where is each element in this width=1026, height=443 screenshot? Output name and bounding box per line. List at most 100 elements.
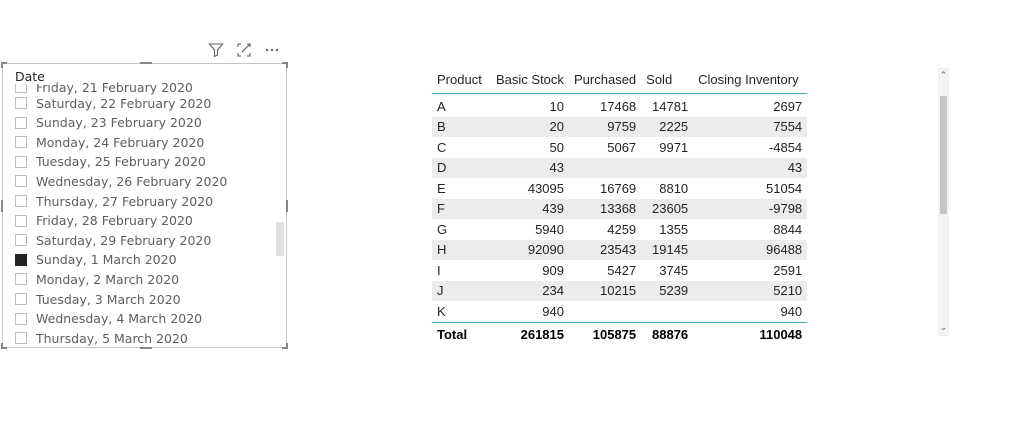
slicer-item[interactable]: Wednesday, 4 March 2020 (15, 309, 202, 329)
column-header-basic-stock[interactable]: Basic Stock (491, 65, 569, 94)
table-row[interactable]: H 92090 23543 19145 96488 (432, 239, 808, 260)
table-row[interactable]: C 50 5067 9971 -4854 (432, 137, 807, 158)
slicer-item[interactable]: Tuesday, 25 February 2020 (15, 152, 206, 172)
table-row[interactable]: F 439 13368 23605 -9798 (432, 198, 808, 219)
cell-basic-stock: 5940 (535, 221, 564, 237)
resize-handle[interactable] (1, 343, 3, 349)
checkbox-icon[interactable] (15, 155, 27, 168)
cell-closing-inventory: 2697 (773, 98, 803, 114)
checkbox-icon[interactable] (15, 97, 27, 109)
checkbox-icon[interactable] (15, 234, 27, 247)
cell-purchased: 13368 (569, 198, 642, 219)
column-header-closing-inventory[interactable]: Closing Inventory (693, 65, 808, 94)
cell-product: C (437, 139, 447, 155)
slicer-item[interactable]: Monday, 2 March 2020 (15, 269, 179, 289)
cell-basic-stock: 92090 (491, 239, 569, 260)
more-options-icon[interactable] (264, 42, 280, 58)
cell-purchased: 5427 (607, 262, 637, 278)
slicer-item[interactable]: Sunday, 1 March 2020 (15, 250, 177, 270)
cell-basic-stock: 909 (542, 262, 564, 278)
table-header-row: Product Basic Stock Purchased Sold Closi… (432, 65, 808, 94)
date-slicer[interactable]: Date Friday, 21 February 2020 Saturday, … (2, 63, 287, 348)
table-row[interactable]: E 43095 16769 8810 51054 (432, 178, 807, 199)
slicer-item[interactable]: Wednesday, 26 February 2020 (15, 171, 227, 191)
checkbox-icon[interactable] (15, 273, 27, 286)
slicer-item[interactable]: Sunday, 23 February 2020 (15, 113, 202, 133)
cell-purchased: 10215 (569, 280, 642, 301)
cell-sold: 2225 (641, 116, 694, 137)
slicer-item[interactable]: Friday, 28 February 2020 (15, 211, 193, 231)
scroll-up-icon[interactable]: ⌃ (938, 70, 949, 82)
table-scroll-thumb[interactable] (940, 96, 947, 214)
slicer-item[interactable]: Monday, 24 February 2020 (15, 132, 204, 152)
filter-icon[interactable] (208, 42, 224, 58)
cell-closing-inventory: 96488 (693, 239, 808, 260)
cell-product: D (432, 157, 491, 178)
checkbox-icon[interactable] (15, 332, 27, 345)
cell-closing-inventory: 7554 (693, 116, 808, 137)
resize-handle[interactable] (1, 200, 3, 212)
table-row[interactable]: D 43 43 (432, 157, 808, 178)
cell-purchased (569, 157, 642, 178)
cell-closing-inventory: -9798 (693, 198, 808, 219)
cell-purchased: 23543 (569, 239, 642, 260)
resize-handle[interactable] (286, 343, 288, 349)
checkbox-icon[interactable] (15, 312, 27, 325)
resize-handle[interactable] (140, 347, 152, 349)
cell-product: E (437, 180, 446, 196)
slicer-scroll-thumb[interactable] (276, 222, 284, 256)
focus-mode-icon[interactable] (236, 42, 252, 58)
table-row[interactable]: G 5940 4259 1355 8844 (432, 219, 807, 240)
visual-header (208, 40, 280, 60)
slicer-item[interactable]: Thursday, 27 February 2020 (15, 191, 213, 211)
cell-product: H (432, 239, 491, 260)
cell-sold: 14781 (652, 98, 689, 114)
checkbox-icon[interactable] (15, 293, 27, 305)
table-row[interactable]: I 909 5427 3745 2591 (432, 260, 807, 281)
slicer-list[interactable]: Friday, 21 February 2020 Saturday, 22 Fe… (3, 64, 273, 347)
table-scrollbar[interactable]: ⌃ ⌄ (938, 68, 949, 336)
column-header-sold[interactable]: Sold (641, 65, 694, 94)
slicer-item-label: Tuesday, 25 February 2020 (36, 154, 206, 170)
checkbox-icon[interactable] (15, 195, 27, 207)
cell-purchased: 16769 (600, 180, 637, 196)
checkbox-icon[interactable] (15, 214, 27, 227)
checkbox-icon[interactable] (15, 175, 27, 188)
scroll-down-icon[interactable]: ⌄ (938, 322, 949, 334)
column-header-purchased[interactable]: Purchased (569, 65, 642, 94)
cell-basic-stock: 43 (491, 157, 569, 178)
cell-basic-stock: 43095 (527, 180, 564, 196)
cell-sold: 8810 (659, 180, 689, 196)
cell-basic-stock: 234 (491, 280, 569, 301)
resize-handle[interactable] (286, 62, 288, 68)
checkbox-icon[interactable] (15, 136, 27, 149)
cell-sold: 9971 (659, 139, 689, 155)
cell-basic-stock: 10 (549, 98, 564, 114)
slicer-item-label: Monday, 24 February 2020 (36, 134, 205, 150)
table-row[interactable]: J 234 10215 5239 5210 (432, 280, 808, 301)
slicer-scrollbar[interactable] (276, 84, 284, 344)
table-row[interactable]: B 20 9759 2225 7554 (432, 116, 808, 137)
checkbox-icon[interactable] (15, 116, 27, 129)
cell-closing-inventory: 8844 (773, 221, 803, 237)
resize-handle[interactable] (286, 200, 288, 212)
resize-handle[interactable] (1, 62, 3, 68)
cell-sold: 19145 (641, 239, 694, 260)
table-row[interactable]: K 940 940 (432, 301, 807, 322)
slicer-item[interactable]: Tuesday, 3 March 2020 (15, 289, 181, 309)
table-row[interactable]: A 10 17468 14781 2697 (432, 94, 807, 117)
cell-basic-stock: 20 (491, 116, 569, 137)
inventory-table: Product Basic Stock Purchased Sold Closi… (432, 65, 808, 347)
resize-handle[interactable] (140, 62, 152, 64)
slicer-item[interactable]: Saturday, 29 February 2020 (15, 230, 211, 250)
cell-product: I (437, 262, 441, 278)
cell-purchased: 5067 (607, 139, 637, 155)
checkbox-icon[interactable] (15, 253, 27, 266)
slicer-item[interactable]: Saturday, 22 February 2020 (15, 93, 211, 113)
slicer-item-label: Friday, 28 February 2020 (36, 213, 193, 229)
column-header-product[interactable]: Product (432, 65, 491, 94)
slicer-item[interactable]: Thursday, 5 March 2020 (15, 328, 188, 347)
cell-purchased: 4259 (607, 221, 637, 237)
total-label: Total (432, 321, 491, 347)
total-closing-inventory: 110048 (693, 321, 808, 347)
